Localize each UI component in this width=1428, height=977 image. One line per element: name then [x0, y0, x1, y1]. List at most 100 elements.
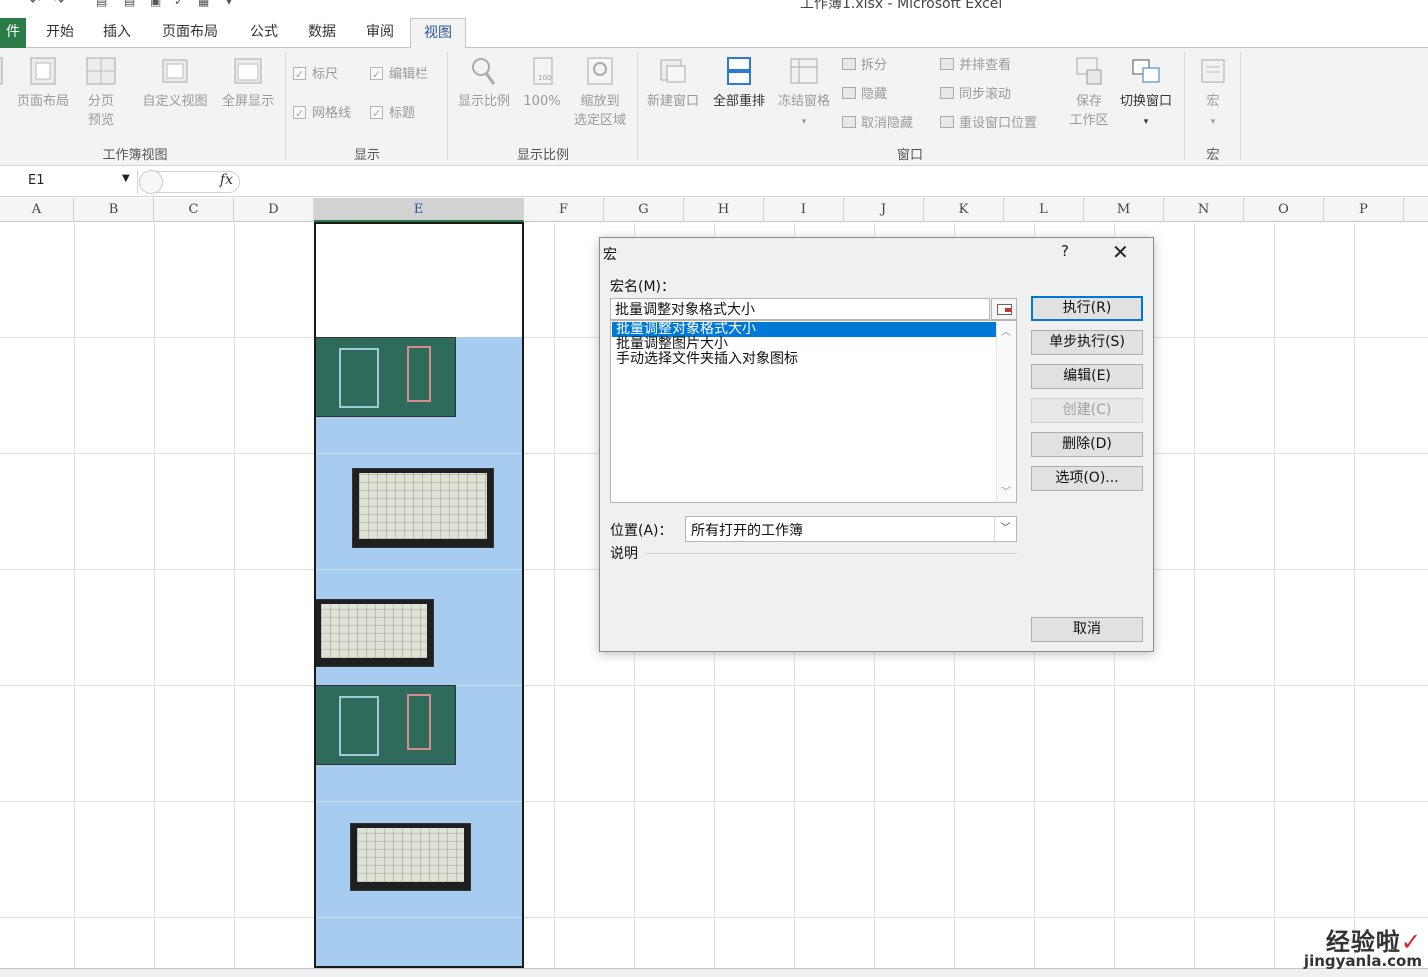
macro-list-item[interactable]: 批量调整对象格式大小 — [612, 322, 996, 337]
column-header-f[interactable]: F — [524, 198, 604, 222]
zoom-to-selection-button[interactable]: 缩放到 选定区域 — [566, 56, 634, 130]
tab-page-layout[interactable]: 页面布局 — [150, 20, 230, 48]
full-screen-button[interactable]: 全屏显示 — [216, 56, 280, 111]
picture-content — [339, 348, 379, 408]
save-workspace-button[interactable]: 保存 工作区 — [1062, 56, 1116, 130]
new-window-icon — [660, 59, 686, 83]
switch-windows-button[interactable]: 切换窗口 ▾ — [1114, 56, 1178, 132]
normal-view-button[interactable] — [0, 56, 4, 92]
customize-quick-access-icon[interactable]: ▾ — [226, 0, 232, 8]
undo-icon[interactable]: ↶ — [30, 0, 40, 8]
save-icon[interactable]: ▣ — [150, 0, 161, 8]
collapse-dialog-button[interactable] — [991, 298, 1017, 320]
column-header-l[interactable]: L — [1004, 198, 1084, 222]
inserted-picture[interactable] — [314, 337, 456, 417]
reset-window-position-button[interactable]: 重设窗口位置 — [940, 114, 1037, 134]
macro-list-item[interactable]: 手动选择文件夹插入对象图标 — [612, 352, 996, 367]
tab-file[interactable]: 件 — [0, 18, 26, 48]
run-button[interactable]: 执行(R) — [1031, 296, 1143, 321]
freeze-panes-button[interactable]: 冻结窗格 ▾ — [772, 56, 836, 132]
macros-button[interactable]: 宏 ▾ — [1192, 56, 1234, 132]
scroll-up-icon[interactable]: ︿ — [1001, 323, 1011, 338]
page-break-preview-button[interactable]: 分页 预览 — [80, 56, 122, 130]
cell-e1[interactable] — [314, 223, 524, 337]
zoom-selection-label-2: 选定区域 — [573, 113, 626, 128]
row-gridline — [314, 569, 524, 570]
column-header-h[interactable]: H — [684, 198, 764, 222]
hide-button[interactable]: 隐藏 — [842, 85, 887, 105]
list-scrollbar[interactable]: ︿ ﹀ — [996, 321, 1016, 502]
view-side-by-side-button[interactable]: 并排查看 — [940, 56, 1011, 76]
tab-data[interactable]: 数据 — [298, 20, 346, 48]
formula-bar-checkbox[interactable]: 编辑栏 — [370, 65, 428, 85]
tab-review[interactable]: 审阅 — [356, 20, 404, 48]
ruler-checkbox[interactable]: 标尺 — [293, 65, 338, 85]
arrange-all-icon — [727, 57, 751, 85]
tab-home[interactable]: 开始 — [36, 20, 84, 48]
checkbox-icon — [370, 65, 383, 85]
sync-scroll-button[interactable]: 同步滚动 — [940, 85, 1011, 105]
edit-button[interactable]: 编辑(E) — [1031, 364, 1143, 389]
formula-input[interactable] — [242, 169, 1422, 195]
group-label-window: 窗口 — [896, 148, 923, 163]
zoom-100-button[interactable]: 100 100% — [518, 56, 566, 111]
chevron-down-icon[interactable]: ▼ — [122, 173, 130, 184]
page-layout-view-button[interactable]: 页面布局 — [12, 56, 74, 111]
scroll-down-icon[interactable]: ﹀ — [1001, 483, 1011, 498]
column-header-a[interactable]: A — [0, 198, 74, 222]
zoom-button[interactable]: 显示比例 — [452, 56, 516, 111]
column-header-g[interactable]: G — [604, 198, 684, 222]
inserted-picture[interactable] — [314, 685, 456, 765]
column-header-k[interactable]: K — [924, 198, 1004, 222]
column-header-n[interactable]: N — [1164, 198, 1244, 222]
location-select[interactable]: 所有打开的工作簿 ﹀ — [685, 516, 1017, 542]
close-icon[interactable]: ✕ — [1112, 240, 1129, 264]
column-header-i[interactable]: I — [764, 198, 844, 222]
name-box[interactable]: E1 ▼ — [0, 170, 138, 194]
inserted-picture[interactable] — [352, 468, 494, 548]
help-icon[interactable]: ? — [1061, 242, 1069, 260]
chevron-down-icon[interactable]: ﹀ — [994, 517, 1016, 541]
split-button[interactable]: 拆分 — [842, 56, 887, 76]
arrange-all-button[interactable]: 全部重排 — [706, 56, 772, 111]
redo-icon[interactable]: ↷ — [54, 0, 64, 8]
macro-list-item[interactable]: 批量调整图片大小 — [612, 337, 996, 352]
column-header-b[interactable]: B — [74, 198, 154, 222]
macro-name-input[interactable] — [610, 298, 990, 320]
column-header-o[interactable]: O — [1244, 198, 1324, 222]
step-into-button[interactable]: 单步执行(S) — [1031, 330, 1143, 355]
tab-formulas[interactable]: 公式 — [240, 20, 288, 48]
options-button[interactable]: 选项(O)... — [1031, 466, 1143, 491]
location-label: 位置(A)： — [610, 523, 673, 539]
column-header-j[interactable]: J — [844, 198, 924, 222]
tab-insert[interactable]: 插入 — [94, 20, 140, 48]
quick-access-icon[interactable]: ✓ — [174, 0, 184, 8]
formula-bar: E1 ▼ fx — [0, 167, 1428, 197]
delete-button[interactable]: 删除(D) — [1031, 432, 1143, 457]
full-screen-icon — [234, 58, 262, 84]
zoom-selection-label-1: 缩放到 — [580, 94, 620, 109]
macro-list[interactable]: 批量调整对象格式大小 批量调整图片大小 手动选择文件夹插入对象图标 ︿ ﹀ — [610, 320, 1017, 503]
inserted-picture[interactable] — [350, 823, 471, 891]
gridlines-checkbox[interactable]: 网格线 — [293, 104, 351, 124]
quick-access-icon[interactable]: ▦ — [198, 0, 209, 8]
column-header-e[interactable]: E — [314, 198, 524, 222]
column-header-p[interactable]: P — [1324, 198, 1404, 222]
inserted-picture[interactable] — [314, 599, 434, 667]
dropdown-arrow-icon: ▾ — [801, 117, 807, 127]
column-e-selection[interactable] — [314, 223, 524, 968]
quick-access-icon[interactable]: ▤ — [96, 0, 107, 8]
unhide-button[interactable]: 取消隐藏 — [842, 114, 913, 134]
cancel-button[interactable]: 取消 — [1031, 617, 1143, 642]
quick-access-icon[interactable]: ▤ — [124, 0, 135, 8]
reset-position-icon — [940, 116, 954, 128]
insert-function-button[interactable]: fx — [139, 170, 240, 194]
column-header-d[interactable]: D — [234, 198, 314, 222]
custom-views-button[interactable]: 自定义视图 — [136, 56, 214, 111]
tab-view[interactable]: 视图 — [410, 18, 466, 49]
column-header-m[interactable]: M — [1084, 198, 1164, 222]
full-screen-label: 全屏显示 — [221, 94, 274, 109]
new-window-button[interactable]: 新建窗口 — [640, 56, 706, 111]
column-header-c[interactable]: C — [154, 198, 234, 222]
headings-checkbox[interactable]: 标题 — [370, 104, 415, 124]
